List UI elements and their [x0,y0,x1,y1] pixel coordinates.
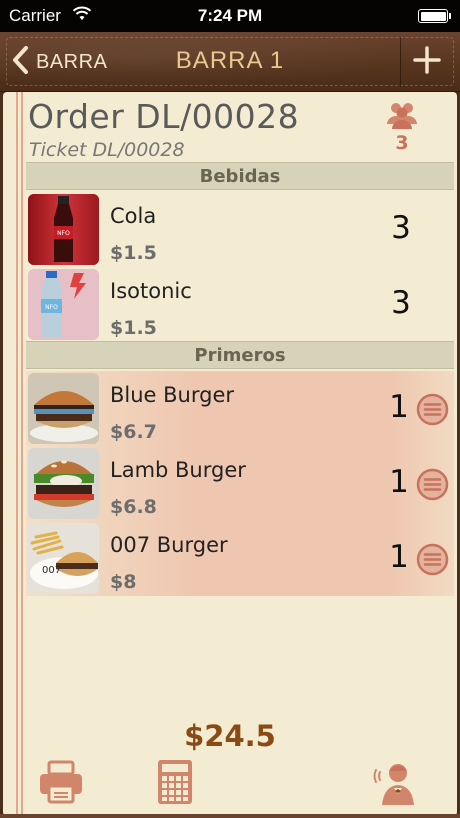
clock: 7:24 PM [197,6,263,25]
item-quantity: 1 [389,464,409,500]
item-name: Blue Burger [110,383,235,407]
status-bar: Carrier 7:24 PM [0,0,460,32]
guests-button[interactable]: 3 [382,100,422,154]
007-burger-image: 007 [28,523,99,594]
item-name: Isotonic [110,279,192,303]
section-header-bebidas: Bebidas [26,162,454,190]
print-button[interactable] [37,758,85,806]
menu-lines-icon [416,468,449,505]
order-item-lamb-burger[interactable]: Lamb Burger $6.8 1 [26,446,454,521]
order-title: Order DL/00028 [28,97,300,136]
item-quantity: 3 [391,210,411,246]
item-name: Lamb Burger [110,458,246,482]
order-item-cola[interactable]: NFO Cola $1.5 3 [26,192,454,267]
lamb-burger-image [28,448,99,519]
navigation-bar: BARRA BARRA 1 [0,32,460,92]
order-item-007-burger[interactable]: 007 007 Burger $8 1 [26,521,454,596]
menu-lines-icon [416,393,449,430]
waiter-call-icon [372,764,420,810]
call-waiter-button[interactable] [372,758,420,806]
isotonic-image: NFO [28,269,99,340]
svg-text:007: 007 [42,565,61,576]
item-price: $1.5 [110,317,157,339]
item-options-button[interactable] [416,393,449,426]
order-item-blue-burger[interactable]: Blue Burger $6.7 1 [26,371,454,446]
item-options-button[interactable] [416,543,449,576]
item-price: $6.8 [110,496,157,518]
blue-burger-image [28,373,99,444]
item-quantity: 1 [389,539,409,575]
printer-icon [37,760,85,810]
battery-icon [418,9,451,23]
calculator-button[interactable] [151,758,199,806]
svg-text:NFO: NFO [45,304,58,311]
item-price: $6.7 [110,421,157,443]
add-button[interactable] [400,37,452,87]
item-name: 007 Burger [110,533,228,557]
ticket-label: Ticket DL/00028 [29,139,185,161]
cola-image: NFO [28,194,99,265]
item-quantity: 1 [389,389,409,425]
calculator-icon [151,760,199,810]
item-price: $1.5 [110,242,157,264]
plus-icon [412,45,442,79]
svg-text:NFO: NFO [57,230,70,237]
order-item-isotonic[interactable]: NFO Isotonic $1.5 3 [26,267,454,342]
item-quantity: 3 [391,285,411,321]
section-header-primeros: Primeros [26,341,454,369]
item-options-button[interactable] [416,468,449,501]
menu-lines-icon [416,543,449,580]
item-price: $8 [110,571,137,593]
item-name: Cola [110,204,157,228]
order-total: $24.5 [184,719,276,753]
nav-title: BARRA 1 [175,47,285,74]
guests-count: 3 [395,132,409,154]
